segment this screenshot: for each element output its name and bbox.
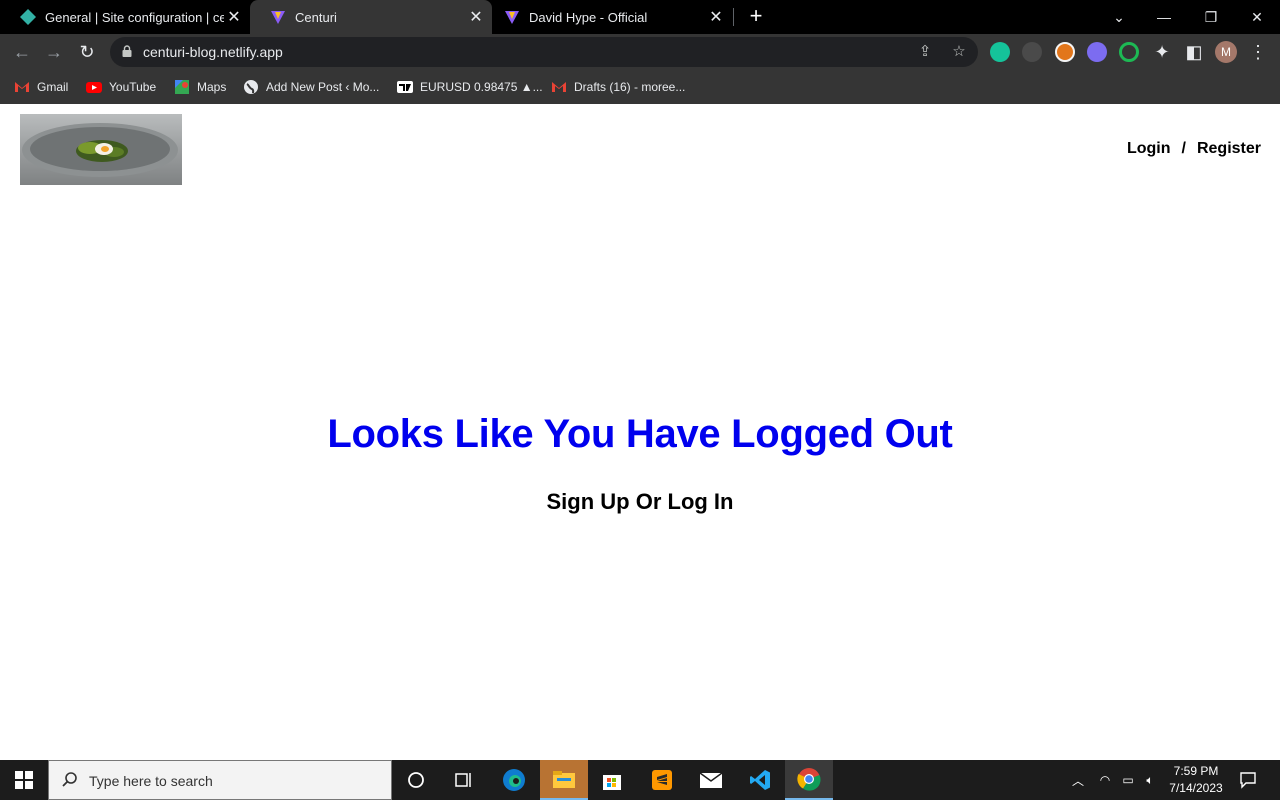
tab-title: David Hype - Official: [529, 9, 648, 25]
close-tab-icon[interactable]: ✕: [466, 7, 486, 27]
browser-toolbar: ← → ↻ centuri-blog.netlify.app ⇪ ☆ ✦ ◧ M…: [0, 34, 1280, 70]
food-plate-image: [22, 123, 178, 177]
vite-icon: [505, 11, 519, 24]
volume-icon[interactable]: 🔈︎: [1140, 760, 1160, 800]
windows-taskbar: Type here to search ︿ ◠ ▭ 🔈︎ 7:59 PM 7/1…: [0, 760, 1280, 800]
bookmark-label: Add New Post ‹ Mo...: [266, 80, 380, 94]
clock-date: 7/14/2023: [1169, 781, 1223, 795]
battery-icon[interactable]: ▭: [1118, 760, 1138, 800]
minimize-button[interactable]: —: [1141, 0, 1187, 34]
bookmark-gmail[interactable]: Gmail: [14, 78, 68, 96]
share-icon[interactable]: ⇪: [916, 43, 934, 61]
gmail-icon: [552, 82, 566, 92]
tab-title: Centuri: [295, 9, 337, 25]
task-view-icon[interactable]: [440, 760, 488, 800]
target-extension-icon[interactable]: [1119, 42, 1139, 62]
tab-strip: General | Site configuration | centuri-b…: [0, 0, 1280, 34]
tab-title: General | Site configuration | centuri-b…: [45, 9, 224, 25]
nav-separator: /: [1181, 140, 1186, 157]
extension-bubbles-icon[interactable]: [1022, 42, 1042, 62]
register-link[interactable]: Register: [1197, 140, 1261, 158]
network-icon[interactable]: ◠: [1095, 760, 1115, 800]
cortana-icon[interactable]: [392, 760, 440, 800]
metamask-icon[interactable]: [1055, 42, 1075, 62]
search-icon: [62, 772, 77, 787]
ghost-extension-icon[interactable]: [1087, 42, 1107, 62]
side-panel-icon[interactable]: ◧: [1180, 38, 1208, 66]
grammarly-icon[interactable]: [990, 42, 1010, 62]
tab-site-configuration[interactable]: General | Site configuration | centuri-b…: [0, 0, 250, 34]
site-logo[interactable]: [20, 114, 182, 185]
bookmark-label: Gmail: [37, 80, 69, 94]
url-text: centuri-blog.netlify.app: [143, 44, 283, 60]
close-tab-icon[interactable]: ✕: [706, 7, 726, 27]
clock-time: 7:59 PM: [1173, 764, 1219, 778]
tab-centuri[interactable]: Centuri ✕: [250, 0, 492, 34]
tab-divider: [733, 8, 734, 26]
extensions-puzzle-icon[interactable]: ✦: [1148, 38, 1176, 66]
microsoft-store-icon[interactable]: [588, 760, 636, 800]
bookmark-youtube[interactable]: YouTube: [86, 78, 156, 96]
start-button[interactable]: [0, 760, 48, 800]
notifications-icon[interactable]: [1236, 760, 1260, 800]
new-tab-button[interactable]: +: [744, 4, 768, 30]
bookmark-eurusd[interactable]: EURUSD 0.98475 ▲...: [397, 78, 543, 96]
tab-david-hype[interactable]: David Hype - Official ✕: [492, 0, 732, 34]
taskbar-search[interactable]: Type here to search: [48, 760, 392, 800]
maps-icon: [175, 80, 189, 94]
login-link[interactable]: Login: [1127, 140, 1171, 158]
bookmarks-bar: Gmail YouTube Maps Add New Post ‹ Mo... …: [0, 70, 1280, 104]
globe-icon: [244, 80, 258, 94]
vscode-icon[interactable]: [736, 760, 784, 800]
sublime-text-icon[interactable]: [638, 760, 686, 800]
bookmark-add-new-post[interactable]: Add New Post ‹ Mo...: [243, 78, 379, 96]
logged-out-heading: Looks Like You Have Logged Out: [327, 412, 953, 456]
profile-avatar[interactable]: M: [1215, 41, 1237, 63]
address-bar[interactable]: centuri-blog.netlify.app ⇪ ☆: [110, 37, 978, 67]
bookmark-drafts[interactable]: Drafts (16) - moree...: [551, 78, 685, 96]
reload-icon[interactable]: ↻: [73, 38, 101, 66]
show-hidden-icons-chevron-icon[interactable]: ︿: [1068, 760, 1088, 800]
edge-icon[interactable]: [490, 760, 538, 800]
search-placeholder: Type here to search: [89, 773, 213, 789]
auth-nav: Login / Register: [1127, 140, 1261, 158]
back-icon[interactable]: ←: [8, 38, 36, 66]
bookmark-label: Maps: [197, 80, 227, 94]
taskbar-clock[interactable]: 7:59 PM 7/14/2023: [1160, 763, 1232, 797]
mail-icon[interactable]: [687, 760, 735, 800]
restore-button[interactable]: ❐: [1188, 0, 1234, 34]
netlify-icon: [20, 9, 36, 25]
bookmark-star-icon[interactable]: ☆: [950, 43, 968, 61]
vite-icon: [271, 11, 285, 24]
lock-icon: [122, 45, 132, 57]
chrome-icon[interactable]: [785, 760, 833, 800]
close-tab-icon[interactable]: ✕: [224, 7, 244, 27]
tradingview-icon: [397, 81, 413, 93]
page-content: Login / Register Looks Like You Have Log…: [0, 104, 1280, 760]
close-window-button[interactable]: ✕: [1234, 0, 1280, 34]
bookmark-label: Drafts (16) - moree...: [574, 80, 686, 94]
menu-kebab-icon[interactable]: ⋮: [1244, 38, 1272, 66]
forward-icon[interactable]: →: [40, 38, 68, 66]
youtube-icon: [86, 82, 102, 93]
tab-search-chevron-icon[interactable]: ⌄: [1096, 0, 1142, 34]
bookmark-maps[interactable]: Maps: [174, 78, 226, 96]
bookmark-label: EURUSD 0.98475 ▲...: [420, 80, 543, 94]
windows-icon: [15, 771, 33, 789]
file-explorer-icon[interactable]: [540, 760, 588, 800]
gmail-icon: [15, 82, 29, 92]
sign-up-prompt: Sign Up Or Log In: [546, 489, 734, 514]
bookmark-label: YouTube: [109, 80, 157, 94]
